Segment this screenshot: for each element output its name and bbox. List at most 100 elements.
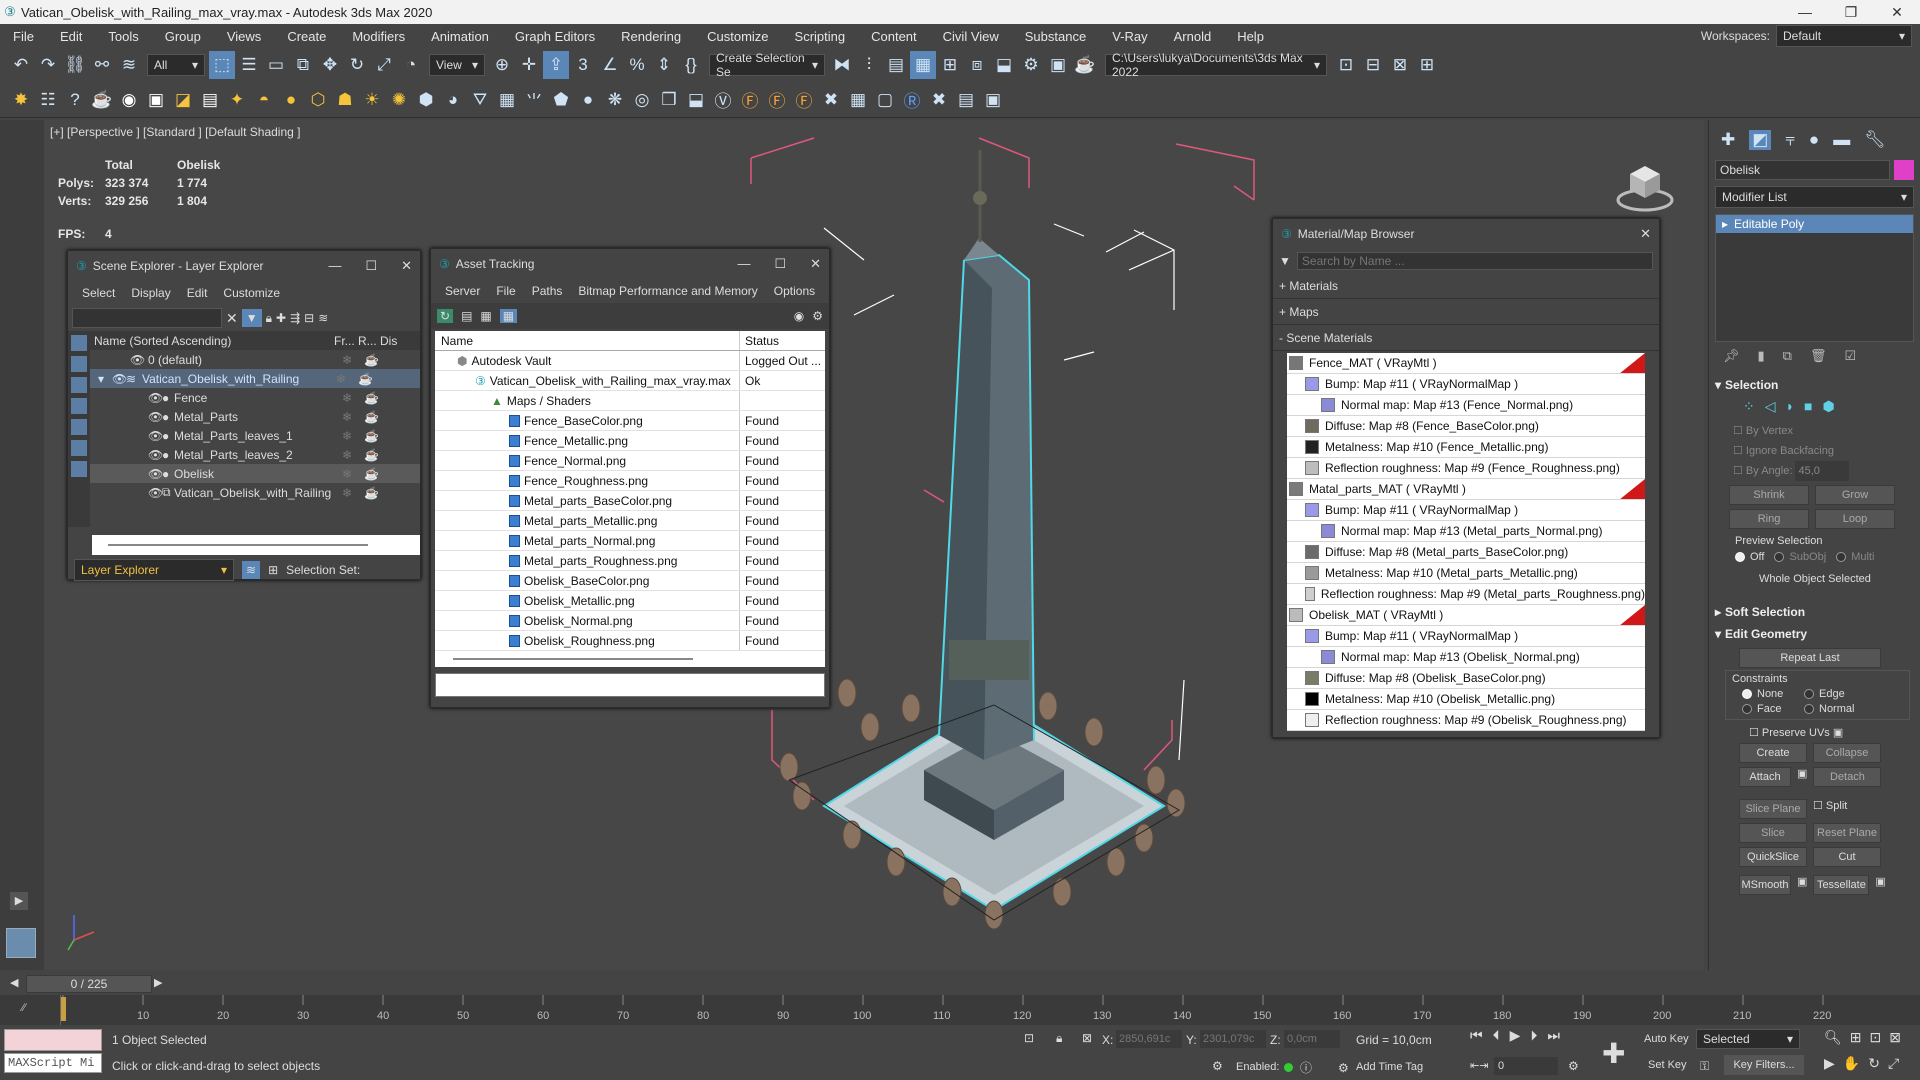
create-tab-icon[interactable]: ✚ bbox=[1721, 130, 1735, 150]
scene-explorer-search-input[interactable] bbox=[72, 308, 222, 328]
modify-tab-icon[interactable]: ◩ bbox=[1749, 130, 1772, 150]
enabled-indicator[interactable] bbox=[1284, 1063, 1293, 1072]
vray-grass-icon[interactable]: ⺌ bbox=[521, 86, 547, 114]
next-frame-icon[interactable]: ⏵ bbox=[1530, 1027, 1537, 1044]
asset-row[interactable]: Metal_parts_Roughness.png Found bbox=[435, 551, 825, 571]
list-icon[interactable]: ☷ bbox=[35, 86, 61, 114]
track-bar[interactable]: ⁄∕ 10 20 30 40 50 60 70 80 90 100 110 12… bbox=[0, 995, 1920, 1025]
vray-camera-icon[interactable]: ◪ bbox=[170, 86, 196, 114]
scene-explorer-titlebar[interactable]: ③ Scene Explorer - Layer Explorer — ☐ ✕ bbox=[68, 251, 420, 281]
horizontal-scrollbar[interactable] bbox=[435, 651, 825, 667]
render-teapot-icon[interactable]: ☕ bbox=[364, 486, 379, 500]
menu-file[interactable]: File bbox=[488, 284, 523, 298]
material-editor-icon[interactable]: ⬓ bbox=[991, 51, 1017, 79]
menu-content[interactable]: Content bbox=[858, 29, 930, 44]
map-row[interactable]: Reflection roughness: Map #9 (Obelisk_Ro… bbox=[1287, 710, 1645, 731]
asset-row[interactable]: Fence_Normal.png Found bbox=[435, 451, 825, 471]
menu-modifiers[interactable]: Modifiers bbox=[339, 29, 418, 44]
project-folder-dropdown[interactable]: C:\Users\lukya\Documents\3ds Max 2022 ▾ bbox=[1105, 51, 1327, 79]
select-scale-icon[interactable]: ⤢ bbox=[371, 51, 397, 79]
configure-sets-icon[interactable]: ☑ bbox=[1844, 348, 1856, 364]
viewcube[interactable] bbox=[1616, 156, 1674, 214]
modifier-list-dropdown[interactable]: Modifier List ▾ bbox=[1715, 186, 1914, 208]
asset-row[interactable]: Obelisk_BaseColor.png Found bbox=[435, 571, 825, 591]
render-teapot-icon[interactable]: ☕ bbox=[364, 448, 379, 462]
orbit-icon[interactable]: ↻ bbox=[1868, 1055, 1880, 1072]
track-ruler[interactable]: 10 20 30 40 50 60 70 80 90 100 110 120 1… bbox=[60, 995, 1870, 1025]
vray-sky-icon[interactable]: ✺ bbox=[386, 86, 412, 114]
previous-frame-icon[interactable]: ⏴ bbox=[1493, 1027, 1500, 1044]
prev-frame-arrow-icon[interactable]: ◀ bbox=[10, 976, 18, 989]
explorer-type-dropdown[interactable]: Layer Explorer ▾ bbox=[74, 559, 234, 581]
freeze-icon[interactable]: ❄ bbox=[342, 391, 364, 405]
display-shapes-icon[interactable] bbox=[71, 356, 87, 372]
adaptive-degradation-icon[interactable]: ⚙ bbox=[1212, 1059, 1223, 1073]
detach-button[interactable]: Detach bbox=[1813, 767, 1882, 787]
split-checkbox[interactable]: ☐ Split bbox=[1813, 799, 1847, 819]
highlight-icon[interactable]: ◉ bbox=[794, 309, 804, 323]
loop-button[interactable]: Loop bbox=[1815, 509, 1895, 529]
constraint-normal-radio[interactable]: Normal bbox=[1804, 703, 1854, 715]
object-row[interactable]: 👁︎ ● Metal_Parts ❄ ☕ bbox=[90, 407, 420, 426]
menu-server[interactable]: Server bbox=[437, 284, 488, 298]
hierarchy-icon[interactable]: ⊟ bbox=[304, 311, 314, 325]
vray-mtl-icon[interactable]: ◎ bbox=[629, 86, 655, 114]
snaps-toggle-icon[interactable]: 3 bbox=[570, 51, 596, 79]
undo-icon[interactable]: ↶ bbox=[8, 51, 34, 79]
object-row-selected[interactable]: 👁︎ ● Obelisk ❄ ☕ bbox=[90, 464, 420, 483]
vray-sun-light-icon[interactable]: ☀ bbox=[359, 86, 385, 114]
vray-plane-icon[interactable]: ▦ bbox=[494, 86, 520, 114]
vray-fur-icon[interactable]: ⛛ bbox=[467, 86, 493, 114]
material-browser-titlebar[interactable]: ③ Material/Map Browser ✕ bbox=[1273, 219, 1659, 249]
current-frame-field[interactable]: 0 bbox=[1494, 1057, 1558, 1075]
isolate-selection-icon[interactable]: ⊡ bbox=[1024, 1031, 1034, 1045]
asset-row[interactable]: Obelisk_Metallic.png Found bbox=[435, 591, 825, 611]
eye-icon[interactable]: 👁︎ bbox=[148, 486, 163, 500]
absolute-mode-icon[interactable]: ⊠ bbox=[1082, 1031, 1092, 1045]
render-icon[interactable]: ◉ bbox=[116, 86, 142, 114]
mirror-icon[interactable]: ⧓ bbox=[829, 51, 855, 79]
asset-row[interactable]: ③ Vatican_Obelisk_with_Railing_max_vray.m… bbox=[435, 371, 825, 391]
eye-icon[interactable]: 👁︎ bbox=[130, 353, 148, 367]
freeze-icon[interactable]: ❄ bbox=[342, 448, 364, 462]
table-icon[interactable]: ▤ bbox=[953, 86, 979, 114]
tool-x-icon[interactable]: ✖ bbox=[926, 86, 952, 114]
maximize-button[interactable]: ☐ bbox=[365, 258, 377, 274]
map-row[interactable]: Reflection roughness: Map #9 (Metal_part… bbox=[1287, 584, 1645, 605]
attach-list-icon[interactable]: ▣ bbox=[1797, 767, 1807, 787]
maximize-button[interactable]: ☐ bbox=[774, 256, 786, 272]
section-materials[interactable]: + Materials bbox=[1273, 273, 1659, 299]
menu-animation[interactable]: Animation bbox=[418, 29, 502, 44]
object-row[interactable]: 👁︎ ⧉ Vatican_Obelisk_with_Railing ❄ ☕ bbox=[90, 483, 420, 502]
asset-row[interactable]: Metal_parts_BaseColor.png Found bbox=[435, 491, 825, 511]
viewport-layout-icon[interactable] bbox=[6, 928, 36, 958]
object-name-field[interactable]: Obelisk bbox=[1715, 160, 1890, 180]
refresh-icon[interactable]: ↻ bbox=[437, 309, 454, 323]
render-production-icon[interactable]: ☕ bbox=[1072, 51, 1098, 79]
col-render-header[interactable]: R... bbox=[358, 334, 380, 348]
object-row[interactable]: 👁︎ ● Metal_Parts_leaves_2 ❄ ☕ bbox=[90, 445, 420, 464]
menu-arnold[interactable]: Arnold bbox=[1161, 29, 1225, 44]
keyboard-shortcut-icon[interactable]: ⇪ bbox=[543, 51, 569, 79]
render-setup-icon[interactable]: ⚙ bbox=[1018, 51, 1044, 79]
new-layer-icon[interactable]: ✚ bbox=[276, 311, 286, 325]
col-name-header[interactable]: Name bbox=[435, 331, 740, 350]
vray-proxy-icon[interactable]: ⬢ bbox=[413, 86, 439, 114]
motion-tab-icon[interactable]: ● bbox=[1809, 130, 1819, 150]
map-row[interactable]: Normal map: Map #13 (Fence_Normal.png) bbox=[1287, 395, 1645, 416]
eye-icon[interactable]: 👁︎ bbox=[148, 429, 163, 443]
constraint-none-radio[interactable]: None bbox=[1742, 688, 1804, 700]
display-lights-icon[interactable] bbox=[71, 377, 87, 393]
render-teapot-icon[interactable]: ☕ bbox=[364, 467, 379, 481]
vray-logo-icon[interactable]: Ⓥ bbox=[710, 86, 736, 114]
section-maps[interactable]: + Maps bbox=[1273, 299, 1659, 325]
menu-edit[interactable]: Edit bbox=[179, 286, 216, 300]
map-row[interactable]: Diffuse: Map #8 (Fence_BaseColor.png) bbox=[1287, 416, 1645, 437]
render-teapot-icon[interactable]: ☕ bbox=[358, 372, 373, 386]
key-icon[interactable]: ⚿ bbox=[1700, 1059, 1709, 1074]
freeze-icon[interactable]: ❄ bbox=[342, 410, 364, 424]
menu-group[interactable]: Group bbox=[152, 29, 214, 44]
go-to-end-icon[interactable]: ⏭ bbox=[1547, 1027, 1560, 1044]
eye-icon[interactable]: 👁︎ bbox=[148, 391, 163, 405]
forest-lite-icon[interactable]: Ⓕ bbox=[764, 86, 790, 114]
